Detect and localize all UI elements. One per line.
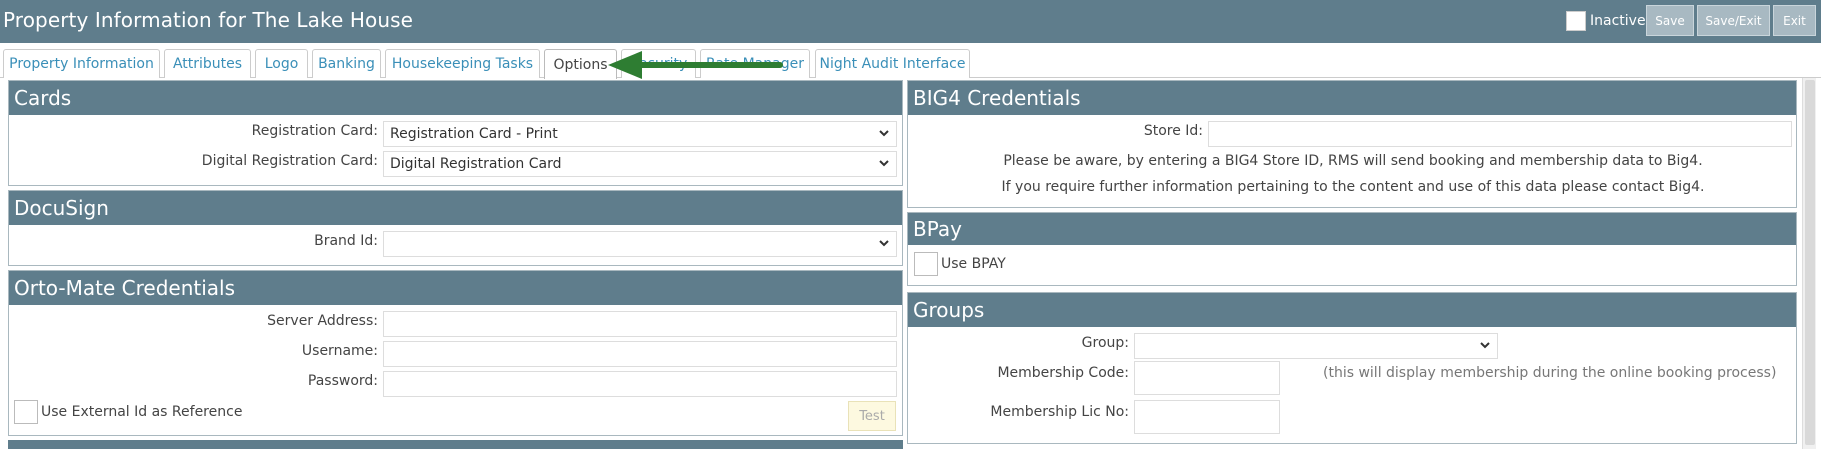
username-label: Username: [301, 343, 378, 359]
chevron-down-icon [1480, 342, 1490, 349]
tab-housekeeping-tasks[interactable]: Housekeeping Tasks [385, 49, 540, 78]
use-bpay-label: Use BPAY [941, 256, 1006, 272]
use-bpay-checkbox[interactable] [914, 252, 938, 276]
registration-card-value: Registration Card - Print [390, 126, 558, 142]
membership-code-input[interactable] [1134, 361, 1280, 395]
tab-night-audit-interface[interactable]: Night Audit Interface [815, 49, 970, 78]
membership-code-label: Membership Code: [997, 365, 1129, 381]
scrollbar-thumb[interactable] [1805, 80, 1815, 445]
groups-title: Groups [908, 293, 1796, 327]
next-panel-header [8, 440, 903, 449]
scrollbar[interactable] [1802, 78, 1816, 449]
page-title: Property Information for The Lake House [3, 8, 414, 32]
brand-id-label: Brand Id: [314, 233, 378, 249]
cards-panel: Cards Registration Card: Registration Ca… [8, 80, 903, 186]
tab-banking[interactable]: Banking [312, 49, 381, 78]
exit-button[interactable]: Exit [1773, 5, 1816, 36]
group-select[interactable] [1134, 333, 1498, 359]
inactive-toggle[interactable]: Inactive [1566, 10, 1646, 32]
use-external-id-checkbox[interactable] [14, 400, 38, 424]
store-id-input[interactable] [1208, 121, 1792, 147]
inactive-label: Inactive [1590, 13, 1646, 29]
tab-bar: Property Information Attributes Logo Ban… [0, 43, 1821, 79]
ortomate-title: Orto-Mate Credentials [9, 271, 902, 305]
annotation-arrow-icon [608, 51, 783, 79]
password-label: Password: [307, 373, 378, 389]
bpay-panel: BPay Use BPAY [907, 212, 1797, 286]
chevron-down-icon [879, 240, 889, 247]
tab-logo[interactable]: Logo [255, 49, 308, 78]
tab-attributes[interactable]: Attributes [164, 49, 251, 78]
server-address-label: Server Address: [267, 313, 378, 329]
inactive-checkbox[interactable] [1566, 11, 1586, 31]
bpay-title: BPay [908, 213, 1796, 245]
big4-notice-line2: If you require further information perta… [1001, 179, 1705, 195]
save-button[interactable]: Save [1646, 5, 1694, 36]
groups-panel: Groups Group: Membership Code: (this wil… [907, 292, 1797, 444]
membership-lic-input[interactable] [1134, 400, 1280, 434]
big4-title: BIG4 Credentials [908, 81, 1796, 115]
ortomate-panel: Orto-Mate Credentials Server Address: Us… [8, 270, 903, 436]
membership-hint: (this will display membership during the… [1323, 365, 1777, 381]
big4-panel: BIG4 Credentials Store Id: Please be awa… [907, 80, 1797, 208]
big4-notice-line1: Please be aware, by entering a BIG4 Stor… [1003, 153, 1703, 169]
cards-title: Cards [9, 81, 902, 115]
docusign-panel: DocuSign Brand Id: [8, 190, 903, 266]
group-label: Group: [1081, 335, 1129, 351]
store-id-label: Store Id: [1143, 123, 1203, 139]
digital-registration-card-label: Digital Registration Card: [201, 153, 378, 169]
save-exit-button[interactable]: Save/Exit [1697, 5, 1770, 36]
brand-id-select[interactable] [383, 231, 897, 257]
registration-card-label: Registration Card: [251, 123, 378, 139]
digital-registration-card-value: Digital Registration Card [390, 156, 562, 172]
chevron-down-icon [879, 130, 889, 137]
password-input[interactable] [383, 371, 897, 397]
digital-registration-card-select[interactable]: Digital Registration Card [383, 151, 897, 177]
membership-lic-label: Membership Lic No: [990, 404, 1129, 420]
use-external-id-label: Use External Id as Reference [41, 404, 243, 420]
chevron-down-icon [879, 160, 889, 167]
registration-card-select[interactable]: Registration Card - Print [383, 121, 897, 147]
docusign-title: DocuSign [9, 191, 902, 225]
title-bar: Property Information for The Lake House … [0, 0, 1821, 43]
server-address-input[interactable] [383, 311, 897, 337]
test-button[interactable]: Test [848, 401, 896, 431]
username-input[interactable] [383, 341, 897, 367]
tab-property-information[interactable]: Property Information [3, 49, 160, 78]
